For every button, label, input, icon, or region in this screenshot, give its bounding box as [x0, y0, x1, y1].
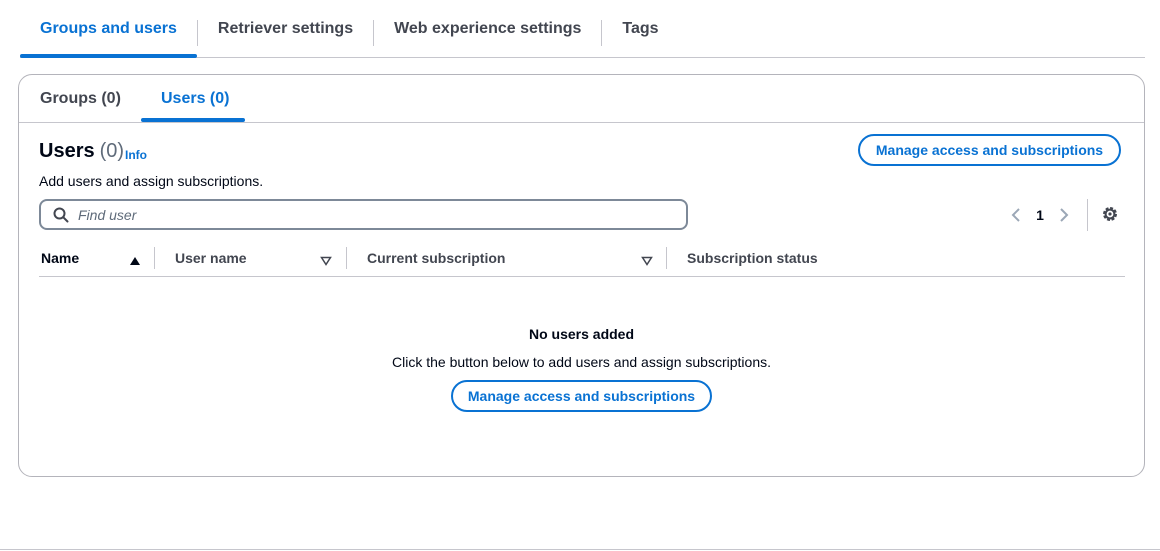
- tab-web-experience-settings[interactable]: Web experience settings: [374, 0, 601, 57]
- empty-state-manage-button[interactable]: Manage access and subscriptions: [451, 380, 712, 412]
- column-divider: [346, 247, 347, 269]
- info-link[interactable]: Info: [125, 148, 147, 162]
- tab-groups-and-users[interactable]: Groups and users: [20, 0, 197, 58]
- chevron-left-icon[interactable]: [1004, 203, 1028, 227]
- users-description: Add users and assign subscriptions.: [39, 173, 264, 189]
- tab-tags[interactable]: Tags: [602, 0, 678, 57]
- column-label: Name: [41, 250, 80, 266]
- column-label: Subscription status: [687, 250, 818, 266]
- table-header: Name User name Current subscription Subs…: [39, 245, 1125, 277]
- empty-state-description: Click the button below to add users and …: [392, 354, 771, 370]
- column-header-current-subscription[interactable]: Current subscription: [367, 245, 667, 271]
- search-input[interactable]: [78, 206, 658, 223]
- column-label: Current subscription: [367, 250, 506, 266]
- manage-access-button[interactable]: Manage access and subscriptions: [858, 134, 1121, 166]
- page-title: Users: [39, 140, 95, 162]
- column-divider: [666, 247, 667, 269]
- current-page[interactable]: 1: [1028, 207, 1052, 223]
- tab-retriever-settings[interactable]: Retriever settings: [198, 0, 373, 57]
- pager-divider: [1087, 199, 1088, 231]
- sort-descending-icon[interactable]: [320, 253, 332, 266]
- sort-ascending-icon[interactable]: [129, 253, 141, 265]
- search-box[interactable]: [39, 199, 688, 230]
- column-divider: [154, 247, 155, 269]
- gear-icon[interactable]: [1100, 204, 1120, 224]
- active-tab-indicator: [141, 118, 245, 122]
- empty-state-title: No users added: [528, 326, 635, 342]
- inner-tab-bar: Groups (0) Users (0): [19, 75, 1144, 123]
- page-divider: [0, 549, 1160, 550]
- users-header: Users (0): [39, 140, 124, 163]
- chevron-right-icon[interactable]: [1052, 203, 1076, 227]
- column-header-user-name[interactable]: User name: [175, 245, 335, 271]
- sort-descending-icon[interactable]: [641, 253, 653, 266]
- search-icon: [53, 207, 69, 223]
- tab-groups[interactable]: Groups (0): [40, 75, 121, 123]
- pagination: 1: [1004, 203, 1076, 227]
- users-count: (0): [99, 140, 125, 162]
- column-label: User name: [175, 250, 247, 266]
- users-container: Groups (0) Users (0) Users (0) Info Add …: [18, 74, 1145, 477]
- column-header-subscription-status[interactable]: Subscription status: [687, 245, 987, 271]
- tab-users[interactable]: Users (0): [161, 75, 229, 123]
- top-tab-bar: Groups and users Retriever settings Web …: [20, 0, 1145, 58]
